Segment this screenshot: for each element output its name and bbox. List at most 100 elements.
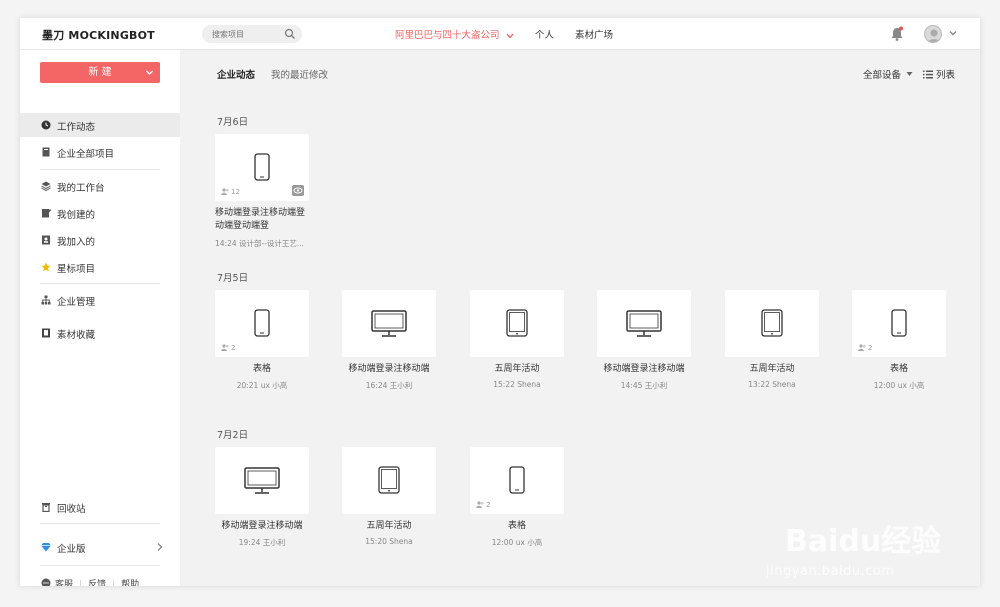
- project-meta: 12:00 ux 小高: [873, 381, 925, 390]
- tablet-device-icon: [761, 309, 783, 337]
- sidebar-item-label: 回收站: [57, 504, 86, 515]
- search-input[interactable]: [212, 27, 282, 41]
- chat-icon: [41, 578, 51, 586]
- sidebar-item-my-workbench[interactable]: 我的工作台: [20, 174, 180, 198]
- project-thumbnail[interactable]: [725, 290, 819, 357]
- phone-device-icon: [254, 153, 270, 181]
- project-title[interactable]: 表格: [460, 520, 574, 533]
- customer-service-link[interactable]: 客服: [55, 580, 73, 586]
- new-project-button[interactable]: 新 建: [40, 62, 160, 83]
- member-count-value: 2: [868, 344, 873, 352]
- member-count-value: 12: [231, 188, 240, 196]
- avatar[interactable]: [924, 25, 942, 43]
- divider: [40, 283, 160, 284]
- separator: |: [79, 580, 83, 586]
- chevron-down-icon: [506, 33, 514, 38]
- project-title[interactable]: 移动端登录注移动端: [587, 363, 701, 376]
- sidebar-item-created-by-me[interactable]: 我创建的: [20, 201, 180, 225]
- clock-icon: [41, 120, 51, 130]
- tab-enterprise-activity[interactable]: 企业动态: [217, 67, 255, 81]
- phone-device-icon: [509, 466, 525, 494]
- app-logo[interactable]: 墨刀 MOCKINGBOT: [42, 27, 155, 43]
- sidebar: 新 建 工作动态 企业全部项目 我的工作台 我创建的 我加入的 星标项目 企业管…: [20, 50, 180, 586]
- view-mode-toggle[interactable]: 列表: [923, 67, 955, 81]
- star-icon: [41, 262, 51, 272]
- sidebar-item-enterprise-edition[interactable]: 企业版: [20, 535, 180, 559]
- sidebar-item-joined[interactable]: 我加入的: [20, 228, 180, 252]
- users-icon: [476, 501, 484, 508]
- project-title[interactable]: 移动端登录注移动端: [205, 520, 319, 533]
- project-thumbnail[interactable]: 2: [215, 290, 309, 357]
- project-title[interactable]: 表格: [205, 363, 319, 376]
- member-count: 12: [221, 188, 240, 196]
- project-meta: 16:24 王小利: [365, 381, 413, 390]
- project-title[interactable]: 表格: [842, 363, 956, 376]
- view-mode-label: 列表: [936, 70, 956, 81]
- date-heading: 7月6日: [217, 117, 249, 128]
- list-icon: [923, 70, 933, 79]
- project-meta: 14:45 王小利: [620, 381, 668, 390]
- project-meta: 19:24 王小利: [238, 538, 286, 547]
- diamond-icon: [41, 543, 51, 552]
- sidebar-item-label: 我加入的: [57, 237, 96, 248]
- project-meta: 13:22 Shena: [748, 380, 796, 389]
- member-count: 2: [221, 344, 235, 352]
- edit-doc-icon: [42, 209, 51, 218]
- sidebar-item-label: 企业管理: [57, 297, 96, 308]
- search-icon[interactable]: [284, 28, 296, 40]
- phone-device-icon: [891, 309, 907, 337]
- nav-material-square[interactable]: 素材广场: [575, 27, 613, 41]
- sidebar-item-activity[interactable]: 工作动态: [20, 113, 180, 137]
- project-title[interactable]: 五周年活动: [460, 363, 574, 376]
- sidebar-item-enterprise-management[interactable]: 企业管理: [20, 288, 180, 312]
- sidebar-item-all-projects[interactable]: 企业全部项目: [20, 140, 180, 164]
- project-title[interactable]: 移动端登录注移动端: [332, 363, 446, 376]
- users-icon: [221, 188, 229, 195]
- project-thumbnail[interactable]: [470, 290, 564, 357]
- nav-personal[interactable]: 个人: [535, 27, 554, 41]
- divider: [40, 169, 160, 170]
- sidebar-item-label: 我的工作台: [57, 183, 105, 194]
- member-count: 2: [858, 344, 872, 352]
- project-thumbnail[interactable]: 2: [852, 290, 946, 357]
- project-meta: 12:00 ux 小高: [491, 538, 543, 547]
- top-bar: 墨刀 MOCKINGBOT 阿里巴巴与四十大盗公司 个人 素材广场: [20, 18, 980, 50]
- sidebar-item-label: 工作动态: [57, 122, 96, 133]
- org-icon: [41, 295, 51, 305]
- bell-icon[interactable]: [890, 26, 904, 42]
- eye-icon[interactable]: [292, 185, 304, 196]
- project-thumbnail[interactable]: [215, 447, 309, 514]
- project-thumbnail[interactable]: [342, 447, 436, 514]
- feedback-link[interactable]: 反馈: [88, 580, 106, 586]
- device-filter-dropdown[interactable]: 全部设备: [863, 67, 913, 81]
- help-link[interactable]: 帮助: [121, 580, 139, 586]
- sidebar-item-label: 我创建的: [57, 210, 96, 221]
- tab-my-recent-changes[interactable]: 我的最近修改: [271, 67, 328, 81]
- project-title[interactable]: 移动端登录注移动端登动端登动端登: [215, 207, 309, 233]
- sidebar-item-label: 素材收藏: [57, 330, 96, 341]
- project-title[interactable]: 五周年活动: [715, 363, 829, 376]
- sidebar-item-starred[interactable]: 星标项目: [20, 255, 180, 279]
- user-doc-icon: [42, 235, 50, 245]
- phone-device-icon: [254, 309, 270, 337]
- tablet-device-icon: [378, 466, 400, 494]
- chevron-down-icon[interactable]: [948, 28, 958, 38]
- project-thumbnail[interactable]: 12: [215, 134, 309, 201]
- main-content: 企业动态 我的最近修改 全部设备 列表 7月6日 7月5日 7月2日 12 移动端…: [180, 50, 980, 586]
- sidebar-item-material-favorites[interactable]: 素材收藏: [20, 321, 180, 345]
- sidebar-item-recycle-bin[interactable]: 回收站: [20, 495, 180, 519]
- users-icon: [221, 344, 229, 351]
- project-meta: 20:21 ux 小高: [236, 381, 288, 390]
- member-count: 2: [476, 501, 490, 509]
- book-icon: [42, 147, 50, 157]
- project-thumbnail[interactable]: 2: [470, 447, 564, 514]
- search-box[interactable]: [202, 25, 302, 43]
- project-thumbnail[interactable]: [597, 290, 691, 357]
- project-thumbnail[interactable]: [342, 290, 436, 357]
- company-switcher[interactable]: 阿里巴巴与四十大盗公司: [395, 27, 514, 41]
- member-count-value: 2: [231, 344, 236, 352]
- date-heading: 7月2日: [217, 430, 249, 441]
- tablet-device-icon: [506, 309, 528, 337]
- project-title[interactable]: 五周年活动: [332, 520, 446, 533]
- watermark-logo: Baidu经验: [785, 524, 942, 559]
